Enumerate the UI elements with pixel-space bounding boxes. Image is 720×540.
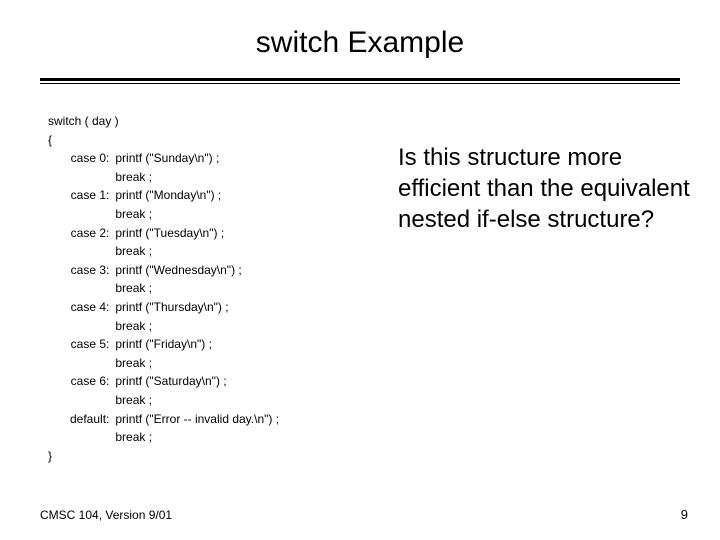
case-table: case 0: printf ("Sunday\n") ; break ; ca… — [70, 149, 279, 447]
case-break: break ; — [115, 428, 279, 447]
case-stmt: printf ("Sunday\n") ; — [115, 149, 279, 168]
case-break: break ; — [115, 205, 279, 224]
case-stmts: printf ("Saturday\n") ; break ; — [115, 372, 279, 409]
case-label: case 0: — [70, 149, 115, 186]
case-stmt: printf ("Wednesday\n") ; — [115, 261, 279, 280]
footer-course: CMSC 104, Version 9/01 — [40, 508, 172, 522]
case-label: case 4: — [70, 298, 115, 335]
case-stmt: printf ("Error -- invalid day.\n") ; — [115, 410, 279, 429]
case-break: break ; — [115, 354, 279, 373]
footer-page-number: 9 — [681, 507, 688, 522]
case-stmts: printf ("Thursday\n") ; break ; — [115, 298, 279, 335]
case-label: case 5: — [70, 335, 115, 372]
code-open-brace: { — [48, 131, 378, 150]
case-break: break ; — [115, 279, 279, 298]
code-close-brace: } — [48, 447, 378, 466]
case-stmts: printf ("Friday\n") ; break ; — [115, 335, 279, 372]
code-block: switch ( day ) { case 0: printf ("Sunday… — [48, 112, 378, 465]
case-row: case 1: printf ("Monday\n") ; break ; — [70, 186, 279, 223]
case-row: default: printf ("Error -- invalid day.\… — [70, 410, 279, 447]
case-stmts: printf ("Error -- invalid day.\n") ; bre… — [115, 410, 279, 447]
case-label: default: — [70, 410, 115, 447]
case-break: break ; — [115, 391, 279, 410]
case-break: break ; — [115, 242, 279, 261]
code-switch-header: switch ( day ) — [48, 112, 378, 131]
case-row: case 0: printf ("Sunday\n") ; break ; — [70, 149, 279, 186]
case-label: case 3: — [70, 261, 115, 298]
case-stmt: printf ("Saturday\n") ; — [115, 372, 279, 391]
case-label: case 1: — [70, 186, 115, 223]
slide-title: switch Example — [0, 0, 720, 78]
question-text: Is this structure more efficient than th… — [398, 142, 690, 236]
case-break: break ; — [115, 317, 279, 336]
case-row: case 4: printf ("Thursday\n") ; break ; — [70, 298, 279, 335]
case-row: case 5: printf ("Friday\n") ; break ; — [70, 335, 279, 372]
case-label: case 2: — [70, 224, 115, 261]
case-stmts: printf ("Monday\n") ; break ; — [115, 186, 279, 223]
slide-body: switch ( day ) { case 0: printf ("Sunday… — [0, 94, 720, 465]
case-label: case 6: — [70, 372, 115, 409]
case-stmt: printf ("Thursday\n") ; — [115, 298, 279, 317]
case-break: break ; — [115, 168, 279, 187]
case-stmts: printf ("Sunday\n") ; break ; — [115, 149, 279, 186]
case-row: case 3: printf ("Wednesday\n") ; break ; — [70, 261, 279, 298]
case-stmt: printf ("Tuesday\n") ; — [115, 224, 279, 243]
question-block: Is this structure more efficient than th… — [378, 112, 690, 465]
case-stmt: printf ("Friday\n") ; — [115, 335, 279, 354]
title-underline — [40, 78, 680, 84]
case-stmts: printf ("Wednesday\n") ; break ; — [115, 261, 279, 298]
case-stmts: printf ("Tuesday\n") ; break ; — [115, 224, 279, 261]
case-stmt: printf ("Monday\n") ; — [115, 186, 279, 205]
case-row: case 2: printf ("Tuesday\n") ; break ; — [70, 224, 279, 261]
case-row: case 6: printf ("Saturday\n") ; break ; — [70, 372, 279, 409]
slide: switch Example switch ( day ) { case 0: … — [0, 0, 720, 540]
